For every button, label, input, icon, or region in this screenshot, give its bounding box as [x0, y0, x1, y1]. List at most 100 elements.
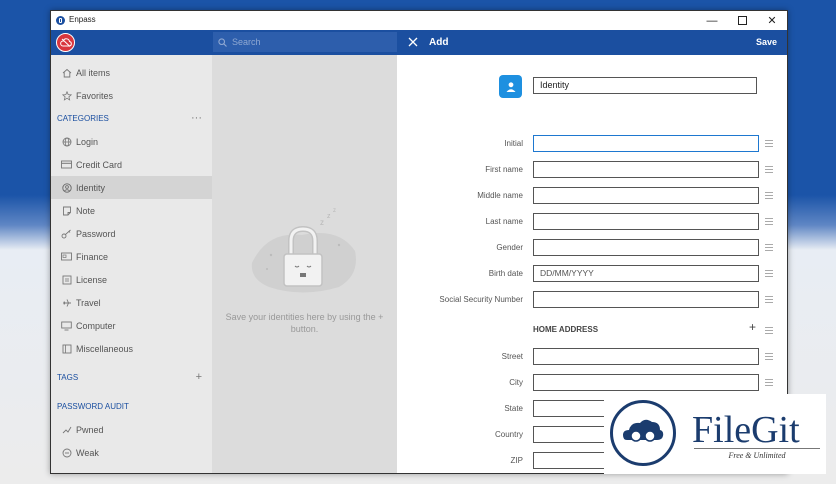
filegit-name: FileGit: [692, 409, 800, 451]
filegit-logo-icon: [610, 400, 676, 466]
sidebar-item-label: All items: [76, 67, 111, 78]
sidebar-item-credit-card[interactable]: Credit Card: [51, 153, 212, 176]
identity-icon: [61, 182, 72, 193]
weak-icon: [61, 447, 72, 458]
birth-date-field[interactable]: DD/MM/YYYY: [533, 265, 759, 282]
sync-cloud-icon[interactable]: [56, 33, 75, 52]
field-row: Last name: [397, 213, 787, 231]
initial-field[interactable]: [533, 135, 759, 152]
drag-handle-icon[interactable]: [765, 166, 773, 175]
sidebar-item-label: Travel: [76, 297, 101, 308]
middle-name-field[interactable]: [533, 187, 759, 204]
drag-handle-icon[interactable]: [765, 192, 773, 201]
field-label: Social Security Number: [439, 295, 523, 304]
categories-more-button[interactable]: ···: [191, 112, 202, 124]
maximize-button[interactable]: [727, 11, 757, 30]
sidebar-item-label: Favorites: [76, 90, 114, 101]
sidebar-item-label: Weak: [76, 447, 99, 458]
sidebar-item-label: Credit Card: [76, 159, 123, 170]
city-field[interactable]: [533, 374, 759, 391]
sidebar-item-login[interactable]: Login: [51, 130, 212, 153]
license-icon: [61, 274, 72, 285]
sidebar-item-label: Finance: [76, 251, 109, 262]
drag-handle-icon[interactable]: [765, 353, 773, 362]
empty-state-message: Save your identities here by using the +…: [225, 312, 384, 334]
field-label: Gender: [496, 243, 523, 252]
pwned-icon: [61, 424, 72, 435]
sidebar-item-travel[interactable]: Travel: [51, 291, 212, 314]
sidebar-item-miscellaneous[interactable]: Miscellaneous: [51, 337, 212, 360]
ssn-field[interactable]: [533, 291, 759, 308]
sidebar-item-label: License: [76, 274, 108, 285]
street-field[interactable]: [533, 348, 759, 365]
sidebar-item-favorites[interactable]: Favorites: [51, 84, 212, 107]
tags-header-label: TAGS: [57, 373, 79, 382]
field-label: Middle name: [477, 191, 523, 200]
save-button[interactable]: Save: [756, 37, 777, 47]
close-add-button[interactable]: [406, 35, 420, 49]
svg-text:z: z: [333, 208, 336, 214]
field-label: State: [504, 404, 523, 413]
sidebar-item-pwned[interactable]: Pwned: [51, 418, 212, 441]
finance-icon: [61, 251, 72, 262]
sleeping-lock-icon: z z z: [251, 208, 356, 293]
field-label: First name: [485, 165, 523, 174]
field-label: City: [509, 378, 523, 387]
field-row: Gender: [397, 239, 787, 257]
sidebar-item-weak[interactable]: Weak: [51, 441, 212, 464]
field-row: Street: [397, 348, 787, 366]
identity-icon: [499, 75, 522, 98]
window-title: Enpass: [69, 15, 96, 24]
field-row: City: [397, 374, 787, 392]
sidebar-item-computer[interactable]: Computer: [51, 314, 212, 337]
sidebar-item-label: Login: [76, 136, 99, 147]
field-row: First name: [397, 161, 787, 179]
credit-card-icon: [61, 159, 72, 170]
svg-text:z: z: [320, 218, 324, 227]
drag-handle-icon[interactable]: [765, 270, 773, 279]
sidebar-item-password[interactable]: Password: [51, 222, 212, 245]
sidebar: All items Favorites CATEGORIES ··· Login…: [51, 55, 212, 473]
sidebar-item-note[interactable]: Note: [51, 199, 212, 222]
drag-handle-icon[interactable]: [765, 140, 773, 149]
drag-handle-icon[interactable]: [765, 327, 773, 336]
gender-field[interactable]: [533, 239, 759, 256]
item-list-pane: z z z Save your identities here by using…: [212, 55, 397, 473]
globe-icon: [61, 136, 72, 147]
home-address-header: HOME ADDRESS: [533, 325, 599, 334]
enpass-logo-icon: [56, 16, 65, 25]
sidebar-item-identity[interactable]: Identity: [51, 176, 212, 199]
field-label: Last name: [485, 217, 523, 226]
field-label: ZIP: [510, 456, 523, 465]
tags-header: TAGS +: [51, 366, 212, 389]
drag-handle-icon[interactable]: [765, 218, 773, 227]
password-audit-label: PASSWORD AUDIT: [57, 402, 129, 411]
key-icon: [61, 228, 72, 239]
search-input[interactable]: Search: [213, 32, 397, 52]
sidebar-item-all-items[interactable]: All items: [51, 61, 212, 84]
drag-handle-icon[interactable]: [765, 244, 773, 253]
search-placeholder: Search: [232, 37, 261, 47]
first-name-field[interactable]: [533, 161, 759, 178]
add-field-button[interactable]: +: [749, 320, 756, 334]
minimize-button[interactable]: —: [697, 11, 727, 30]
drag-handle-icon[interactable]: [765, 379, 773, 388]
sidebar-item-label: Password: [76, 228, 116, 239]
sidebar-item-label: Identity: [76, 182, 106, 193]
last-name-field[interactable]: [533, 213, 759, 230]
drag-handle-icon[interactable]: [765, 296, 773, 305]
window-close-button[interactable]: ✕: [757, 11, 787, 30]
sidebar-item-finance[interactable]: Finance: [51, 245, 212, 268]
add-tag-button[interactable]: +: [196, 371, 202, 383]
categories-header: CATEGORIES ···: [51, 107, 212, 130]
item-name-field[interactable]: Identity: [533, 77, 757, 94]
field-label: Birth date: [488, 269, 523, 278]
sidebar-item-label: Miscellaneous: [76, 343, 134, 354]
star-icon: [61, 90, 72, 101]
sidebar-item-label: Pwned: [76, 424, 104, 435]
note-icon: [61, 205, 72, 216]
sidebar-item-license[interactable]: License: [51, 268, 212, 291]
categories-header-label: CATEGORIES: [57, 114, 109, 123]
misc-icon: [61, 343, 72, 354]
sidebar-item-label: Note: [76, 205, 96, 216]
